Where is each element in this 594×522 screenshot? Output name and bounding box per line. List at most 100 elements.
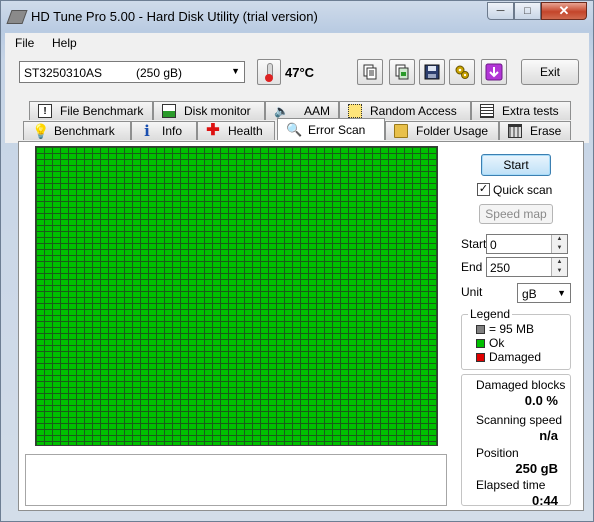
thermometer-icon	[257, 59, 281, 85]
health-cross-icon: ✚	[206, 122, 220, 139]
save-icon	[424, 64, 440, 80]
end-input[interactable]: 250 ▲ ▼	[486, 257, 568, 277]
tab-erase-label: Erase	[530, 124, 562, 138]
folder-icon	[394, 124, 408, 138]
end-value: 250	[490, 261, 511, 275]
info-icon: i	[144, 122, 150, 140]
elapsed-time-value: 0:44	[531, 493, 558, 508]
legend-block-size: = 95 MB	[489, 322, 535, 336]
spin-up-icon[interactable]: ▲	[552, 235, 567, 244]
unit-value: gB	[522, 287, 537, 301]
minimize-icon: ─	[496, 5, 505, 17]
menu-help[interactable]: Help	[52, 36, 77, 50]
chevron-down-icon: ▼	[231, 66, 240, 76]
random-access-icon	[348, 104, 362, 118]
tab-folder-usage-label: Folder Usage	[416, 124, 489, 138]
start-button[interactable]: Start	[481, 154, 551, 176]
start-label: Start	[461, 237, 487, 251]
file-benchmark-icon: !	[38, 104, 52, 118]
tab-extra-tests[interactable]: Extra tests	[471, 101, 571, 120]
damaged-swatch	[476, 353, 485, 362]
tab-health-label: Health	[228, 124, 263, 138]
unit-label: Unit	[461, 285, 483, 299]
copy-text-icon	[363, 64, 377, 80]
maximize-button[interactable]: □	[514, 2, 541, 20]
maximize-icon: □	[524, 5, 531, 17]
copy-screenshot-button[interactable]	[389, 59, 415, 85]
tab-extra-tests-label: Extra tests	[502, 104, 559, 118]
close-icon: ✕	[558, 3, 570, 18]
legend-title: Legend	[468, 307, 513, 321]
start-value: 0	[490, 238, 497, 252]
tab-folder-usage[interactable]: Folder Usage	[385, 121, 499, 140]
menu-file[interactable]: File	[15, 36, 34, 50]
extra-tests-icon	[480, 104, 494, 118]
elapsed-time-label: Elapsed time	[476, 478, 546, 492]
window-title: HD Tune Pro 5.00 - Hard Disk Utility (tr…	[31, 9, 318, 24]
magnifier-icon: 🔍	[286, 121, 303, 137]
tab-info[interactable]: i Info	[131, 121, 197, 140]
lightbulb-icon: 💡	[32, 123, 50, 139]
copy-screenshot-icon	[395, 64, 409, 80]
scanning-speed-value: n/a	[539, 428, 558, 443]
scan-block-map	[35, 146, 438, 446]
quick-scan-label: Quick scan	[493, 183, 553, 197]
speaker-icon: 🔈	[274, 104, 289, 118]
menu-bar: File Help	[5, 33, 589, 53]
copy-text-button[interactable]	[357, 59, 383, 85]
unit-select[interactable]: gB ▼	[517, 283, 571, 303]
tab-benchmark[interactable]: 💡 Benchmark	[23, 121, 131, 140]
start-input[interactable]: 0 ▲ ▼	[486, 234, 568, 254]
damaged-blocks-label: Damaged blocks	[476, 378, 566, 392]
temperature-readout: 47°C	[285, 65, 315, 80]
trash-icon	[508, 124, 522, 138]
close-button[interactable]: ✕	[541, 2, 587, 20]
options-button[interactable]	[449, 59, 475, 85]
disk-monitor-icon	[162, 104, 176, 118]
download-button[interactable]	[481, 59, 507, 85]
tab-error-scan-label: Error Scan	[308, 122, 366, 137]
scanning-speed-label: Scanning speed	[476, 413, 563, 427]
options-icon	[455, 65, 469, 79]
legend-box: Legend = 95 MB Ok Damaged	[461, 307, 571, 370]
drive-select[interactable]: ST3250310AS (250 gB) ▼	[19, 61, 245, 83]
chevron-down-icon: ▼	[557, 288, 566, 298]
exit-button[interactable]: Exit	[521, 59, 579, 85]
scan-log[interactable]	[25, 454, 447, 506]
position-value: 250 gB	[515, 461, 558, 476]
ok-swatch	[476, 339, 485, 348]
download-icon	[485, 63, 503, 81]
tab-disk-monitor[interactable]: Disk monitor	[153, 101, 265, 120]
tab-erase[interactable]: Erase	[499, 121, 571, 140]
error-scan-panel: Start ✓ Quick scan Speed map Start 0 ▲ ▼ …	[18, 141, 584, 511]
end-label: End	[461, 260, 483, 274]
spin-down-icon[interactable]: ▼	[552, 267, 567, 276]
tab-error-scan[interactable]: 🔍 Error Scan	[277, 118, 385, 140]
toolbar: ST3250310AS (250 gB) ▼ 47°C Exit	[5, 53, 589, 95]
save-button[interactable]	[419, 59, 445, 85]
speed-map-button[interactable]: Speed map	[479, 204, 553, 224]
minimize-button[interactable]: ─	[487, 2, 514, 20]
tab-benchmark-label: Benchmark	[54, 124, 115, 138]
tab-random-access-label: Random Access	[370, 104, 457, 118]
quick-scan-checkbox[interactable]: ✓	[477, 183, 490, 196]
spin-up-icon[interactable]: ▲	[552, 258, 567, 267]
tab-health[interactable]: ✚ Health	[197, 121, 275, 140]
damaged-blocks-value: 0.0 %	[524, 393, 558, 408]
tab-file-benchmark-label: File Benchmark	[60, 104, 144, 118]
position-label: Position	[476, 446, 519, 460]
title-bar[interactable]: HD Tune Pro 5.00 - Hard Disk Utility (tr…	[1, 1, 593, 31]
app-window: HD Tune Pro 5.00 - Hard Disk Utility (tr…	[0, 0, 594, 522]
drive-size: (250 gB)	[136, 66, 183, 80]
tab-strip: ! File Benchmark Disk monitor 🔈 AAM Rand…	[5, 95, 589, 143]
legend-damaged: Damaged	[489, 350, 542, 364]
tab-aam-label: AAM	[304, 104, 331, 118]
drive-model: ST3250310AS	[24, 66, 103, 80]
tab-info-label: Info	[162, 124, 183, 138]
scan-stats-box: Damaged blocks 0.0 % Scanning speed n/a …	[461, 374, 571, 508]
block-swatch	[476, 325, 485, 334]
spin-down-icon[interactable]: ▼	[552, 244, 567, 253]
legend-ok: Ok	[489, 336, 505, 350]
tab-disk-monitor-label: Disk monitor	[184, 104, 251, 118]
tab-file-benchmark[interactable]: ! File Benchmark	[29, 101, 153, 120]
